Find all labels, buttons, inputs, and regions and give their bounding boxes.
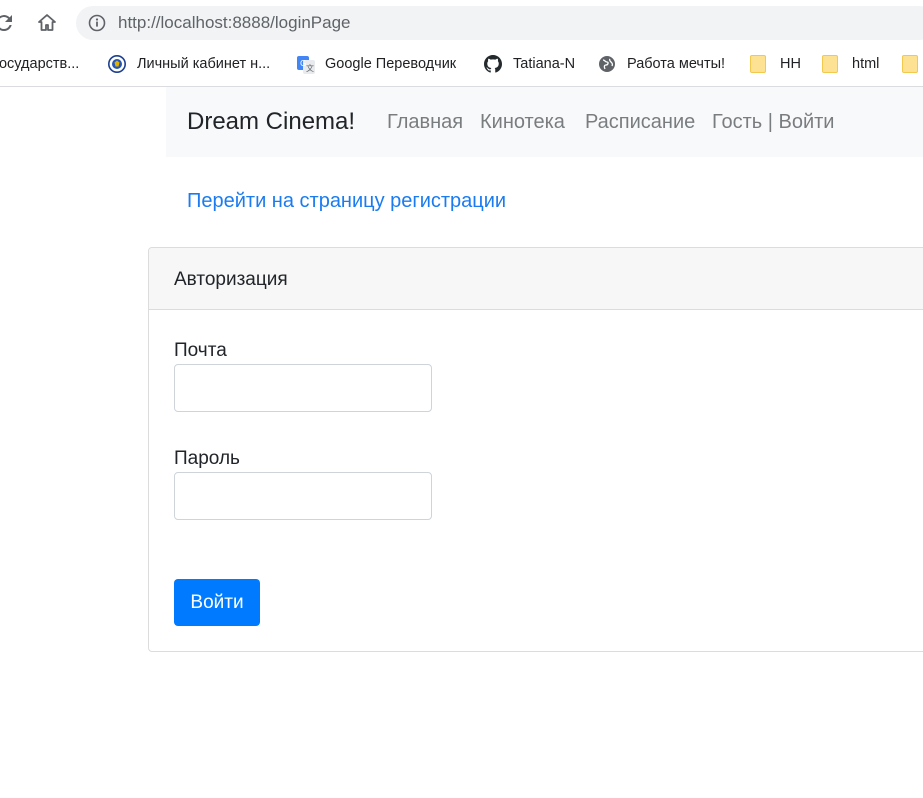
login-button[interactable]: Войти (174, 579, 260, 626)
nav-link-schedule[interactable]: Расписание (585, 111, 695, 134)
email-label: Почта (174, 340, 227, 361)
bookmark-label: Google Переводчик (325, 56, 457, 72)
globe-icon (598, 55, 616, 73)
email-field[interactable] (174, 364, 432, 412)
svg-text:文: 文 (306, 63, 314, 73)
register-page-link[interactable]: Перейти на страницу регистрации (187, 190, 506, 213)
site-navbar: Dream Cinema! Главная Кинотека Расписани… (166, 87, 923, 157)
bookmark-label: Работа мечты! (627, 56, 726, 72)
nav-link-films[interactable]: Кинотека (480, 111, 565, 134)
tax-service-emblem-icon (108, 55, 126, 73)
url-text[interactable]: http://localhost:8888/loginPage (118, 13, 351, 33)
bookmark-label: HH (780, 56, 801, 72)
login-card-title: Авторизация (174, 269, 288, 290)
nav-link-home[interactable]: Главная (387, 111, 463, 134)
bookmark-item[interactable]: Tatiana-N (484, 46, 575, 82)
bookmark-item[interactable]: Работа мечты! (598, 46, 725, 82)
brand-logo-link[interactable]: Dream Cinema! (187, 108, 355, 136)
password-field[interactable] (174, 472, 432, 520)
bookmark-label: государств... (0, 56, 80, 72)
bookmark-label: Tatiana-N (513, 56, 576, 72)
reload-icon[interactable] (0, 11, 16, 35)
bookmark-item[interactable]: Личный кабинет н... (108, 46, 270, 82)
bookmarks-bar: государств... Личный кабинет н... G文 Goo… (0, 46, 923, 87)
browser-toolbar: http://localhost:8888/loginPage (0, 0, 923, 46)
login-card: Авторизация Почта Пароль Войти (148, 247, 923, 652)
folder-icon (750, 55, 766, 73)
login-card-header: Авторизация (149, 248, 923, 310)
folder-icon (902, 55, 918, 73)
bookmark-folder[interactable]: html (822, 46, 879, 82)
bookmark-item[interactable]: G文 Google Переводчик (296, 46, 456, 82)
bookmark-item[interactable]: государств... (0, 46, 79, 82)
folder-icon (822, 55, 838, 73)
nav-link-login[interactable]: Гость | Войти (712, 111, 834, 134)
password-label: Пароль (174, 448, 240, 469)
bookmark-folder[interactable]: HH (750, 46, 801, 82)
bookmark-label: Личный кабинет н... (137, 56, 271, 72)
home-icon[interactable] (35, 11, 59, 35)
info-icon[interactable] (88, 14, 106, 32)
github-icon (484, 55, 502, 73)
google-translate-icon: G文 (296, 55, 315, 74)
address-bar[interactable]: http://localhost:8888/loginPage (76, 6, 923, 40)
bookmark-label: html (852, 56, 880, 72)
bookmark-folder[interactable] (902, 46, 923, 82)
